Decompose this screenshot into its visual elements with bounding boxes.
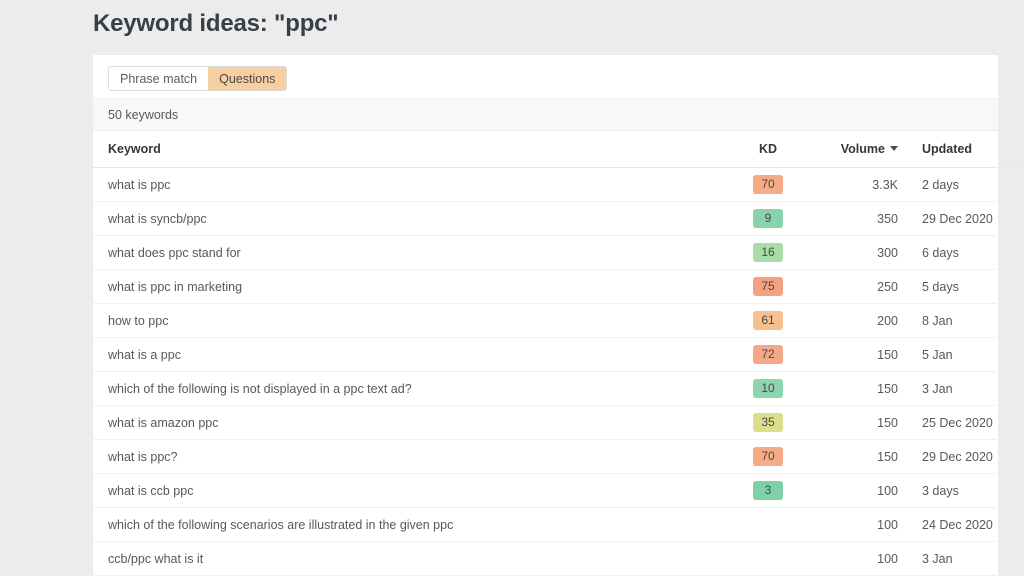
cell-kd: 16 (733, 235, 803, 270)
keyword-count-label: 50 keywords (108, 107, 179, 122)
cell-updated: 29 Dec 2020 (910, 439, 1024, 474)
cell-kd: 72 (733, 337, 803, 372)
keyword-ideas-card: Phrase match Questions 50 keywords Keywo… (93, 55, 1024, 576)
cell-updated: 6 days (910, 235, 1024, 270)
table-row[interactable]: ccb/ppc what is it 100 3 Jan (93, 541, 1024, 576)
match-type-segmented-control: Phrase match Questions (108, 66, 288, 91)
tab-questions[interactable]: Questions (208, 67, 287, 90)
kd-badge: 72 (753, 345, 783, 364)
tab-bar: Phrase match Questions (93, 55, 998, 98)
table-row[interactable]: what is ppc 70 3.3K 2 days (93, 167, 1024, 202)
table-header: Keyword KD Volume Updated (93, 131, 1024, 168)
cell-kd (733, 541, 803, 576)
table-row[interactable]: what is ppc in marketing 75 250 5 days (93, 269, 1024, 304)
cell-volume: 350 (803, 201, 910, 236)
column-header-volume-label: Volume (840, 142, 885, 156)
cell-keyword[interactable]: what is a ppc (93, 337, 733, 372)
cell-kd: 70 (733, 167, 803, 202)
cell-volume: 150 (803, 371, 910, 406)
cell-keyword[interactable]: what is ccb ppc (93, 473, 733, 508)
column-header-volume[interactable]: Volume (803, 131, 910, 168)
cell-kd: 61 (733, 303, 803, 338)
column-header-kd[interactable]: KD (733, 131, 803, 168)
kd-badge: 3 (753, 481, 783, 500)
cell-volume: 150 (803, 439, 910, 474)
tab-phrase-match[interactable]: Phrase match (109, 67, 209, 90)
table-body: what is ppc 70 3.3K 2 days what is syncb/ppc… (93, 167, 1024, 576)
cell-volume: 300 (803, 235, 910, 270)
cell-keyword[interactable]: what is ppc? (93, 439, 733, 474)
cell-updated: 3 Jan (910, 541, 1024, 576)
cell-keyword[interactable]: what is amazon ppc (93, 405, 733, 440)
cell-volume: 200 (803, 303, 910, 338)
triangle-down-icon (890, 146, 898, 151)
table-row[interactable]: what does ppc stand for 16 300 6 days (93, 235, 1024, 270)
cell-kd: 70 (733, 439, 803, 474)
kd-badge: 9 (753, 209, 783, 228)
kd-badge: 10 (753, 379, 783, 398)
cell-kd: 35 (733, 405, 803, 440)
table-row[interactable]: what is ppc? 70 150 29 Dec 2020 (93, 439, 1024, 474)
column-header-updated[interactable]: Updated (910, 131, 1024, 168)
kd-badge: 35 (753, 413, 783, 432)
kd-badge: 75 (753, 277, 783, 296)
table-header-row: Keyword KD Volume Updated (93, 131, 1024, 168)
cell-updated: 24 Dec 2020 (910, 507, 1024, 542)
page-title: Keyword ideas: "ppc" (93, 10, 339, 37)
cell-keyword[interactable]: what is ppc (93, 167, 733, 202)
cell-kd: 75 (733, 269, 803, 304)
cell-updated: 3 days (910, 473, 1024, 508)
table-row[interactable]: what is syncb/ppc 9 350 29 Dec 2020 (93, 201, 1024, 236)
cell-volume: 150 (803, 337, 910, 372)
cell-kd: 10 (733, 371, 803, 406)
cell-volume: 3.3K (803, 167, 910, 202)
cell-updated: 3 Jan (910, 371, 1024, 406)
cell-keyword[interactable]: ccb/ppc what is it (93, 541, 733, 576)
cell-volume: 100 (803, 507, 910, 542)
cell-keyword[interactable]: what is ppc in marketing (93, 269, 733, 304)
cell-updated: 5 Jan (910, 337, 1024, 372)
cell-updated: 8 Jan (910, 303, 1024, 338)
keyword-ideas-table: Keyword KD Volume Updated what is ppc 70 3… (93, 131, 1024, 576)
cell-updated: 2 days (910, 167, 1024, 202)
cell-keyword[interactable]: how to ppc (93, 303, 733, 338)
cell-kd: 3 (733, 473, 803, 508)
kd-badge: 61 (753, 311, 783, 330)
table-row[interactable]: what is amazon ppc 35 150 25 Dec 2020 (93, 405, 1024, 440)
cell-keyword[interactable]: which of the following is not displayed … (93, 371, 733, 406)
kd-badge: 16 (753, 243, 783, 262)
table-row[interactable]: what is a ppc 72 150 5 Jan (93, 337, 1024, 372)
table-row[interactable]: how to ppc 61 200 8 Jan (93, 303, 1024, 338)
cell-updated: 25 Dec 2020 (910, 405, 1024, 440)
cell-keyword[interactable]: what is syncb/ppc (93, 201, 733, 236)
cell-updated: 5 days (910, 269, 1024, 304)
cell-volume: 100 (803, 541, 910, 576)
cell-volume: 150 (803, 405, 910, 440)
cell-keyword[interactable]: which of the following scenarios are ill… (93, 507, 733, 542)
keyword-count-band: 50 keywords (93, 98, 998, 131)
table-row[interactable]: what is ccb ppc 3 100 3 days (93, 473, 1024, 508)
kd-badge: 70 (753, 175, 783, 194)
table-row[interactable]: which of the following scenarios are ill… (93, 507, 1024, 542)
cell-kd (733, 507, 803, 542)
cell-volume: 100 (803, 473, 910, 508)
kd-badge: 70 (753, 447, 783, 466)
cell-keyword[interactable]: what does ppc stand for (93, 235, 733, 270)
column-header-keyword[interactable]: Keyword (93, 131, 733, 168)
cell-volume: 250 (803, 269, 910, 304)
table-row[interactable]: which of the following is not displayed … (93, 371, 1024, 406)
cell-kd: 9 (733, 201, 803, 236)
cell-updated: 29 Dec 2020 (910, 201, 1024, 236)
